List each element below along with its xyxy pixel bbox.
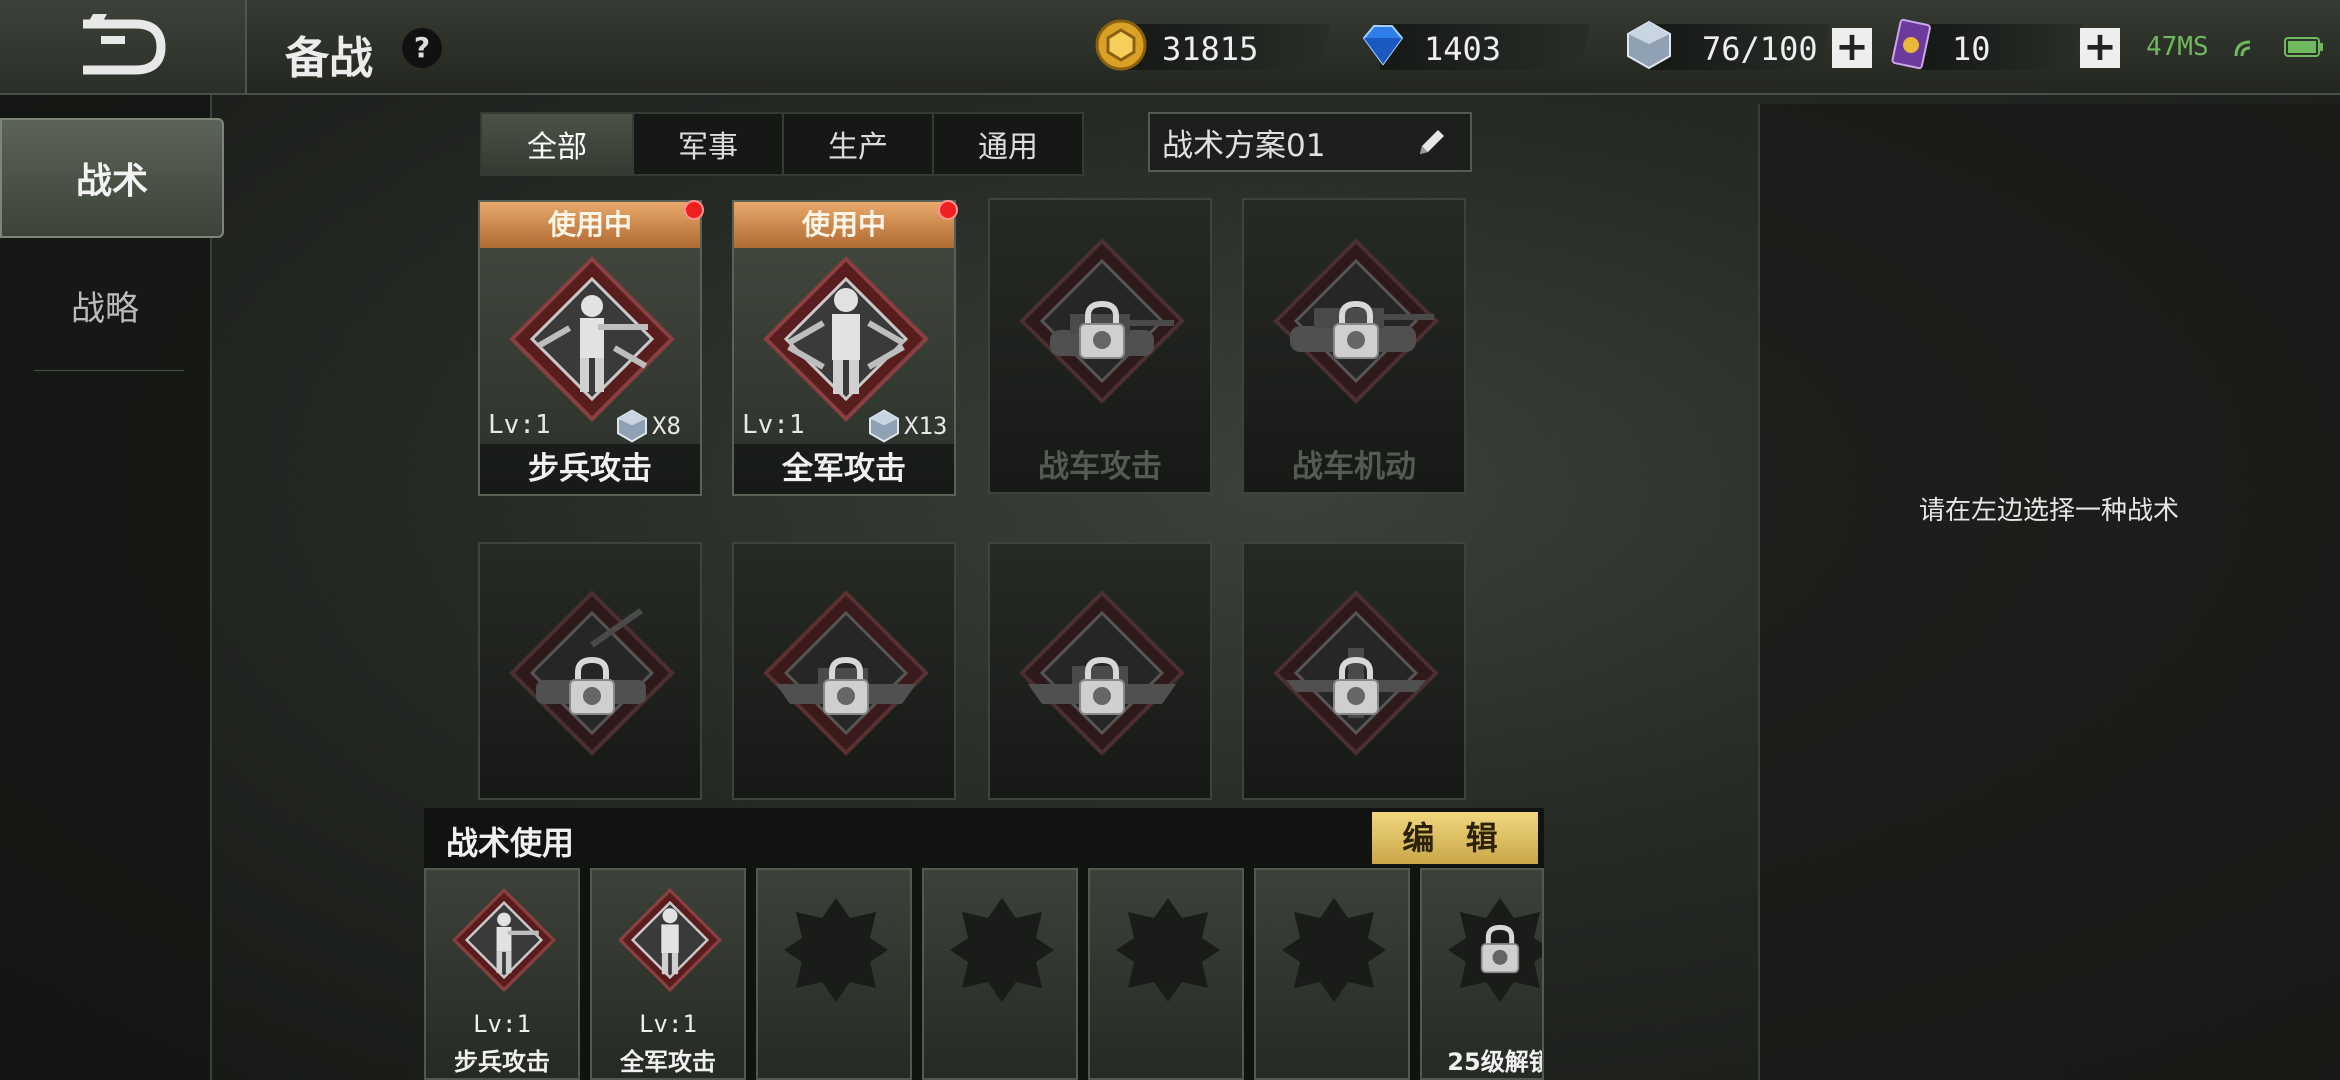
usage-slot[interactable]: Lv:1 全军攻击 bbox=[590, 868, 746, 1080]
tab-production[interactable]: 生产 bbox=[782, 112, 934, 176]
card-level: Lv:1 bbox=[488, 410, 551, 440]
tactic-card-tank-attack[interactable]: 战车攻击 bbox=[988, 198, 1212, 494]
all-army-attack-icon bbox=[763, 256, 929, 422]
tab-all[interactable]: 全部 bbox=[480, 112, 634, 176]
usage-slot[interactable]: Lv:1 步兵攻击 bbox=[424, 868, 580, 1080]
slot-unlock-text: 25级解锁 bbox=[1447, 1048, 1544, 1076]
lock-icon bbox=[1079, 656, 1125, 715]
in-use-badge: 使用中 bbox=[480, 202, 700, 248]
sidebar-divider bbox=[34, 370, 184, 371]
usage-slot-empty[interactable] bbox=[756, 868, 912, 1080]
lock-icon bbox=[1480, 924, 1520, 974]
tactic-card-tank-maneuver[interactable]: 战车机动 bbox=[1242, 198, 1466, 494]
card-cost: X8 bbox=[652, 412, 681, 440]
tactic-detail-panel bbox=[1758, 104, 2340, 1080]
lock-icon bbox=[823, 656, 869, 715]
card-counter bbox=[1922, 24, 2082, 70]
card-icon bbox=[1891, 18, 1931, 70]
sidebar bbox=[0, 95, 212, 1080]
back-icon bbox=[82, 13, 166, 74]
empty-slot-icon bbox=[950, 898, 1054, 1002]
notification-dot bbox=[938, 200, 958, 220]
empty-slot-icon bbox=[1282, 898, 1386, 1002]
crystal-icon bbox=[1627, 20, 1671, 70]
card-level: Lv:1 bbox=[742, 410, 805, 440]
help-button[interactable]: ? bbox=[402, 28, 442, 68]
tactic-card-locked[interactable] bbox=[988, 542, 1212, 800]
slot-name: 全军攻击 bbox=[620, 1048, 716, 1076]
notification-dot bbox=[684, 200, 704, 220]
card-cost: X13 bbox=[904, 412, 948, 440]
tab-general[interactable]: 通用 bbox=[932, 112, 1084, 176]
diamond-value: 1403 bbox=[1424, 30, 1502, 68]
empty-slot-icon bbox=[784, 898, 888, 1002]
card-value: 10 bbox=[1952, 30, 1991, 68]
card-name: 步兵攻击 bbox=[480, 444, 700, 494]
lock-icon bbox=[1333, 656, 1379, 715]
infantry-attack-icon bbox=[509, 256, 675, 422]
usage-panel-title: 战术使用 bbox=[446, 824, 575, 862]
tactic-card-infantry-attack[interactable]: 使用中 Lv:1 X8 步兵攻击 bbox=[478, 200, 702, 496]
card-name: 战车攻击 bbox=[1038, 449, 1162, 485]
empty-slot-icon bbox=[1116, 898, 1220, 1002]
lock-icon bbox=[1079, 300, 1125, 359]
back-button[interactable] bbox=[0, 0, 247, 93]
edit-pencil-icon[interactable] bbox=[1414, 124, 1450, 160]
battery-icon bbox=[2284, 37, 2323, 57]
usage-slot-empty[interactable] bbox=[922, 868, 1078, 1080]
usage-slot-locked[interactable]: 25级解锁 bbox=[1420, 868, 1544, 1080]
diamond-icon bbox=[1362, 25, 1404, 66]
gold-value: 31815 bbox=[1162, 30, 1259, 68]
crystal-icon bbox=[617, 409, 647, 443]
add-crystal-button[interactable]: + bbox=[1832, 27, 1872, 68]
page-title: 备战 bbox=[285, 33, 373, 84]
tab-military[interactable]: 军事 bbox=[632, 112, 784, 176]
slot-level: Lv:1 bbox=[639, 1010, 697, 1038]
tactic-card-all-army-attack[interactable]: 使用中 Lv:1 X13 全军攻击 bbox=[732, 200, 956, 496]
all-army-attack-icon bbox=[618, 888, 722, 992]
tactic-card-locked[interactable] bbox=[732, 542, 956, 800]
gold-coin-icon bbox=[1095, 19, 1147, 71]
lock-icon bbox=[569, 656, 615, 715]
ping-readout: 47MS bbox=[2146, 32, 2209, 62]
crystal-icon bbox=[869, 409, 899, 443]
sidebar-item-strategy[interactable]: 战略 bbox=[0, 260, 210, 350]
crystal-value: 76/100 bbox=[1702, 30, 1818, 68]
sidebar-item-tactics[interactable]: 战术 bbox=[0, 118, 224, 238]
usage-slot-empty[interactable] bbox=[1088, 868, 1244, 1080]
add-card-button[interactable]: + bbox=[2080, 27, 2120, 68]
card-name: 战车机动 bbox=[1292, 449, 1416, 485]
card-name: 全军攻击 bbox=[734, 444, 954, 494]
plan-name: 战术方案01 bbox=[1162, 127, 1326, 164]
lock-icon bbox=[1333, 300, 1379, 359]
slot-name: 步兵攻击 bbox=[454, 1048, 550, 1076]
tactic-card-locked[interactable] bbox=[478, 542, 702, 800]
infantry-attack-icon bbox=[452, 888, 556, 992]
wifi-icon bbox=[2234, 40, 2251, 57]
select-tactic-hint: 请在左边选择一种战术 bbox=[1918, 496, 2179, 526]
in-use-badge: 使用中 bbox=[734, 202, 954, 248]
tactic-card-locked[interactable] bbox=[1242, 542, 1466, 800]
usage-slot-empty[interactable] bbox=[1254, 868, 1410, 1080]
slot-level: Lv:1 bbox=[473, 1010, 531, 1038]
edit-button[interactable]: 编 辑 bbox=[1372, 812, 1538, 864]
